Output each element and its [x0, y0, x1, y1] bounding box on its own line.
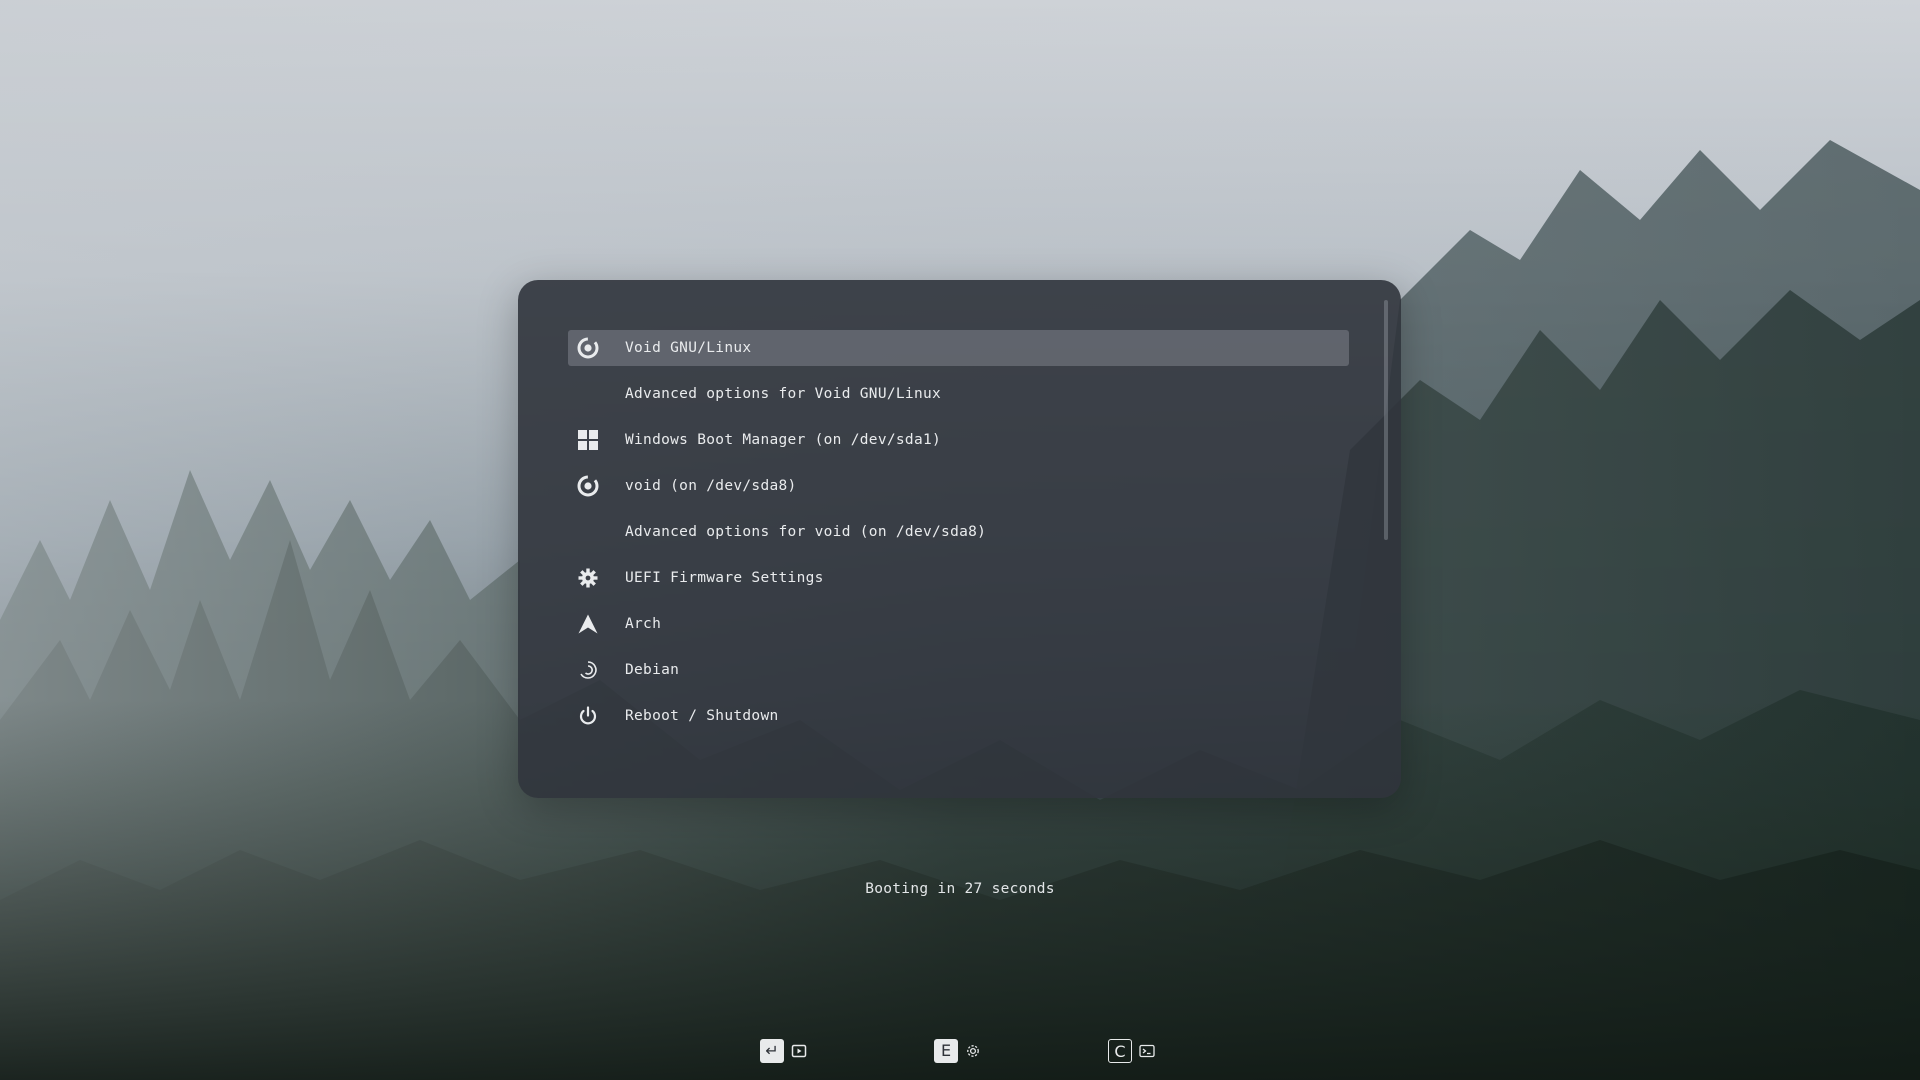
- power-icon: [576, 704, 600, 728]
- boot-entry-label: Advanced options for void (on /dev/sda8): [625, 524, 987, 540]
- hint-boot[interactable]: ↵: [760, 1039, 808, 1063]
- void-icon: [576, 336, 600, 360]
- boot-entry[interactable]: Advanced options for Void GNU/Linux: [568, 376, 1349, 412]
- boot-entry-label: UEFI Firmware Settings: [625, 570, 824, 586]
- c-key-icon: C: [1108, 1039, 1132, 1063]
- boot-entry-label: Reboot / Shutdown: [625, 708, 779, 724]
- windows-icon: [576, 428, 600, 452]
- boot-entry[interactable]: Debian: [568, 652, 1349, 688]
- boot-entry[interactable]: Windows Boot Manager (on /dev/sda1): [568, 422, 1349, 458]
- scrollbar[interactable]: [1384, 300, 1388, 540]
- debian-icon: [576, 658, 600, 682]
- terminal-icon: [1138, 1042, 1156, 1060]
- boot-entry-label: void (on /dev/sda8): [625, 478, 797, 494]
- boot-entry[interactable]: void (on /dev/sda8): [568, 468, 1349, 504]
- boot-entry-label: Void GNU/Linux: [625, 340, 752, 356]
- boot-entry-label: Arch: [625, 616, 662, 632]
- hint-console[interactable]: C: [1108, 1039, 1156, 1063]
- gear-icon: [964, 1042, 982, 1060]
- boot-entry[interactable]: Reboot / Shutdown: [568, 698, 1349, 734]
- boot-entry-label: Windows Boot Manager (on /dev/sda1): [625, 432, 942, 448]
- boot-countdown-text: Booting in 27 seconds: [865, 881, 1055, 897]
- enter-key-icon: ↵: [760, 1039, 784, 1063]
- boot-entry[interactable]: UEFI Firmware Settings: [568, 560, 1349, 596]
- arch-icon: [576, 612, 600, 636]
- void-icon: [576, 474, 600, 498]
- boot-menu-panel: Void GNU/Linux Advanced options for Void …: [518, 280, 1401, 798]
- gear-icon: [576, 566, 600, 590]
- boot-entry[interactable]: Arch: [568, 606, 1349, 642]
- boot-entry[interactable]: Advanced options for void (on /dev/sda8): [568, 514, 1349, 550]
- boot-entry[interactable]: Void GNU/Linux: [568, 330, 1349, 366]
- boot-entry-list: Void GNU/Linux Advanced options for Void …: [568, 330, 1349, 744]
- boot-entry-label: Debian: [625, 662, 680, 678]
- boot-icon: [790, 1042, 808, 1060]
- boot-entry-label: Advanced options for Void GNU/Linux: [625, 386, 942, 402]
- e-key-icon: E: [934, 1039, 958, 1063]
- hint-edit[interactable]: E: [934, 1039, 982, 1063]
